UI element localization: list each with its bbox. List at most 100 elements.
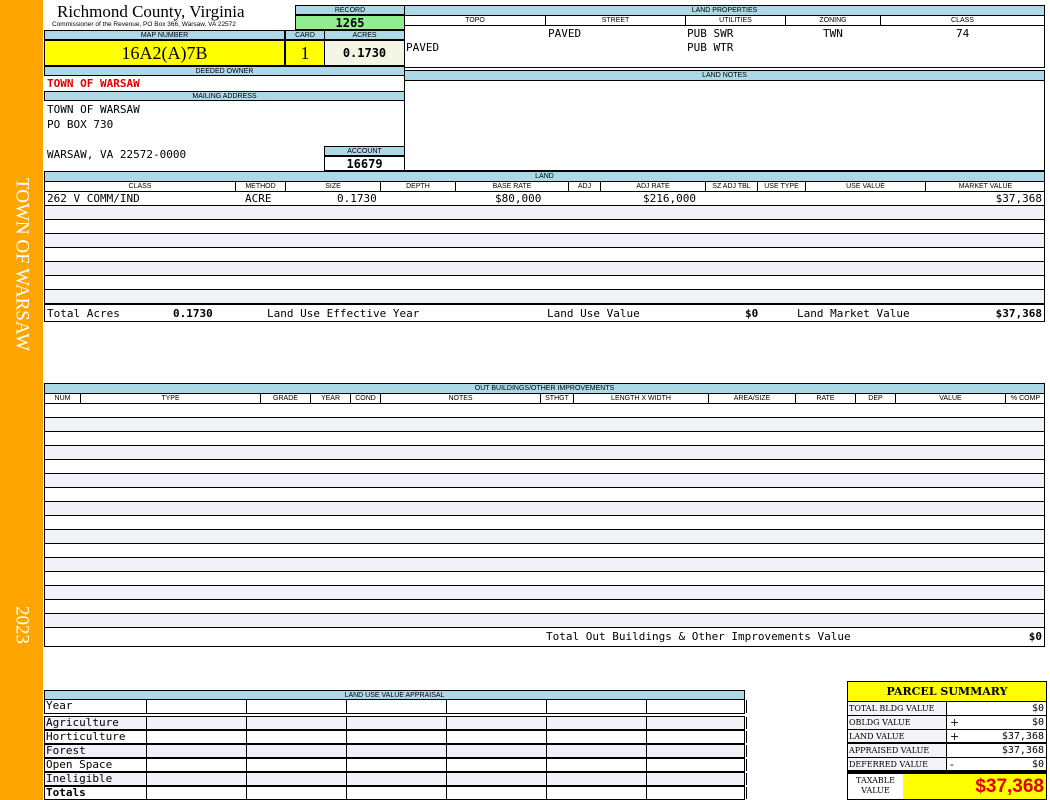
land-row: [45, 248, 1044, 262]
land-col-header: ADJ: [569, 182, 601, 191]
outbuildings-col-header: LENGTH X WIDTH: [574, 394, 709, 403]
outbuildings-row: [45, 572, 1044, 586]
luva-cell: [346, 787, 347, 799]
outbuildings-col-header: YEAR: [311, 394, 351, 403]
summary-value: $0: [1031, 759, 1044, 770]
land-market-value: $37,368: [995, 307, 1042, 320]
luva-cell: [546, 717, 547, 729]
luva-cell: [546, 745, 547, 757]
luva-cell: [646, 717, 647, 729]
luva-row-label: Horticulture: [46, 730, 126, 743]
luva-cell: [646, 731, 647, 743]
summary-label: DEFERRED VALUE: [849, 758, 947, 770]
land-col-header: DEPTH: [381, 182, 456, 191]
summary-sign: +: [950, 730, 960, 743]
outbuildings-row: [45, 614, 1044, 628]
luva-row: Ineligible: [44, 772, 747, 786]
outbuildings-row: [45, 600, 1044, 614]
mailing-line-3: WARSAW, VA 22572-0000: [47, 148, 187, 161]
summary-row: TOTAL BLDG VALUE $0: [848, 702, 1046, 716]
outbuildings-col-header: NOTES: [381, 394, 541, 403]
outbuildings-col-header: NUM: [45, 394, 81, 403]
luva-cell: [646, 745, 647, 757]
account-label: ACCOUNT: [324, 146, 405, 156]
mailing-address-label: MAILING ADDRESS: [44, 91, 405, 101]
card-label: CARD: [285, 30, 325, 40]
land-use-value: $0: [745, 307, 759, 320]
luva-cell: [746, 700, 747, 713]
land-size: 0.1730: [337, 192, 377, 205]
outbuildings-row: [45, 502, 1044, 516]
luva-cell: [346, 759, 347, 771]
luva-row-label: Open Space: [46, 758, 113, 771]
land-col-header: ADJ RATE: [601, 182, 706, 191]
account-value: 16679: [324, 156, 405, 171]
land-properties: LAND PROPERTIES TOPO STREET UTILITIES ZO…: [404, 5, 1045, 68]
land-col-header: USE VALUE: [806, 182, 926, 191]
map-number-label: MAP NUMBER: [44, 30, 285, 40]
land-use-value-appraisal: LAND USE VALUE APPRAISAL Year Agriculture…: [44, 690, 747, 800]
luva-cell: [446, 731, 447, 743]
acres-value: 0.1730: [324, 40, 405, 66]
land-market-value: $37,368: [995, 192, 1042, 205]
summary-row: DEFERRED VALUE - $0: [848, 758, 1046, 772]
summary-sign: -: [950, 758, 954, 771]
summary-label: APPRAISED VALUE: [849, 744, 947, 757]
luva-row-label: Forest: [46, 744, 86, 757]
street-value: PAVED: [548, 27, 582, 40]
taxable-value-label: TAXABLE VALUE: [856, 776, 895, 795]
luva-cell: [346, 773, 347, 785]
land-col-header: BASE RATE: [456, 182, 569, 191]
map-number: 16A2(A)7B: [44, 40, 285, 66]
outbuildings-row: [45, 488, 1044, 502]
luva-cell: [746, 787, 747, 799]
luva-totals-row: Totals: [44, 786, 747, 800]
land-row: 262 V COMM/IND ACRE 0.1730 $80,000 $216,000 $…: [45, 192, 1044, 206]
land-base-rate: $80,000: [495, 192, 542, 205]
outbuildings-col-header: COND: [351, 394, 381, 403]
outbuildings-row: [45, 418, 1044, 432]
luva-year-row: Year: [44, 699, 747, 714]
luva-cell: [746, 773, 747, 785]
luva-cell: [346, 745, 347, 757]
utilities-value-1: PUB SWR: [687, 27, 734, 40]
land-label: LAND: [45, 172, 1044, 182]
parcel-summary-title: PARCEL SUMMARY: [848, 682, 1046, 702]
land-col-header: SIZE: [286, 182, 381, 191]
luva-year-row-label: Year: [46, 699, 73, 712]
record-label: RECORD: [295, 5, 405, 15]
total-acres-label: Total Acres: [47, 307, 120, 320]
deeded-owner-label: DEEDED OWNER: [44, 66, 405, 76]
county-title: Richmond County, Virginia: [57, 2, 245, 21]
land-use-effective-year-label: Land Use Effective Year: [267, 307, 420, 320]
land-col-header: MARKET VALUE: [958, 183, 1013, 190]
luva-row-label: Ineligible: [46, 772, 113, 785]
luva-cell: [246, 745, 247, 757]
summary-value: $0: [1031, 703, 1044, 714]
outbuildings-label: OUT BUILDINGS/OTHER IMPROVEMENTS: [45, 384, 1044, 394]
col-zoning: ZONING: [786, 16, 881, 25]
land-col-header: SZ ADJ TBL: [706, 182, 758, 191]
outbuildings-row: [45, 432, 1044, 446]
summary-label: LAND VALUE: [849, 730, 947, 742]
outbuildings-row: [45, 544, 1044, 558]
summary-row: APPRAISED VALUE $37,368: [848, 744, 1046, 758]
outbuildings-row: [45, 586, 1044, 600]
land-row: [45, 220, 1044, 234]
land-section: LAND CLASS METHOD SIZE DEPTH BASE RATE ADJ ADJ…: [44, 171, 1045, 322]
zoning-value: TWN: [823, 27, 843, 40]
summary-row: LAND VALUE + $37,368: [848, 730, 1046, 744]
luva-cell: [146, 717, 147, 729]
luva-cell: [446, 773, 447, 785]
outbuildings-row: [45, 530, 1044, 544]
total-acres: 0.1730: [173, 307, 213, 320]
land-col-header: METHOD: [236, 182, 286, 191]
sidebar-title: TOWN OF WARSAW: [11, 178, 33, 352]
luva-cell: [546, 773, 547, 785]
luva-label: LAND USE VALUE APPRAISAL: [44, 690, 745, 700]
luva-cell: [146, 787, 147, 799]
col-class: CLASS: [951, 17, 974, 24]
luva-cell: [446, 700, 447, 713]
parcel-summary: PARCEL SUMMARY TOTAL BLDG VALUE $0 OBLDG V…: [847, 681, 1047, 800]
sidebar: TOWN OF WARSAW 2023: [0, 0, 43, 800]
